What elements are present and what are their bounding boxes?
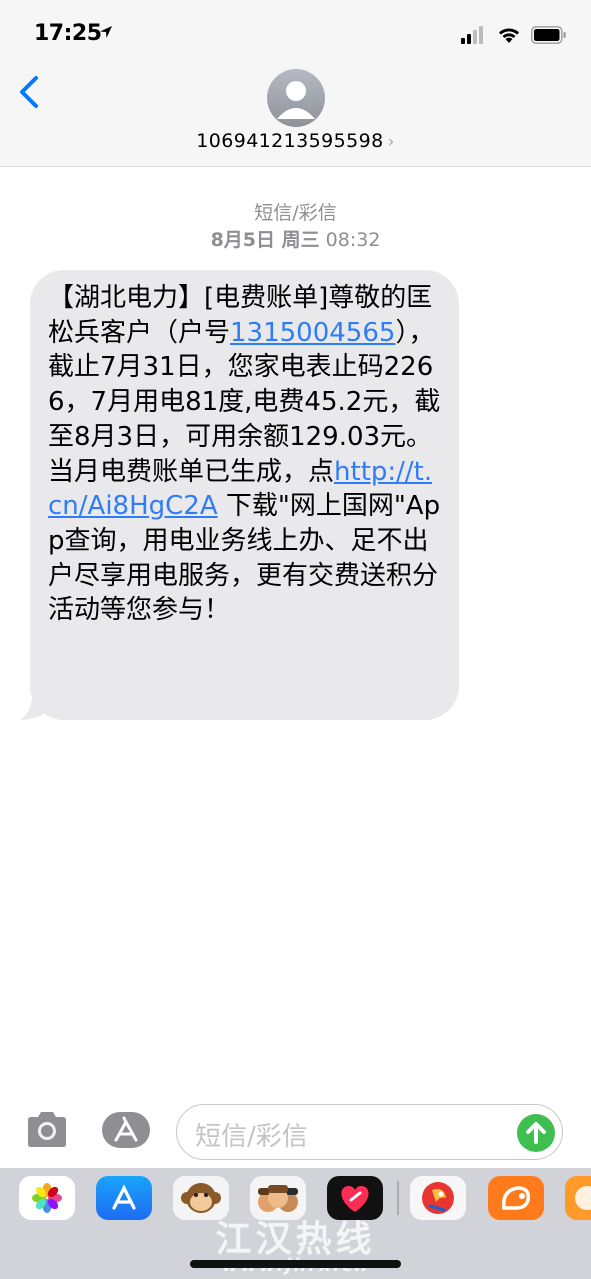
send-button[interactable]	[517, 1114, 555, 1152]
message-service-label: 短信/彩信	[254, 202, 337, 224]
message-input-placeholder: 短信/彩信	[195, 1122, 308, 1152]
camera-icon[interactable]	[24, 1110, 70, 1150]
contact-name-button[interactable]: 106941213595598 ›	[0, 130, 591, 152]
status-time: 17:25	[34, 21, 102, 46]
battery-icon	[531, 26, 566, 44]
account-number-link[interactable]: 1315004565	[230, 318, 395, 348]
message-date: 8月5日 周三	[210, 229, 320, 251]
home-indicator[interactable]	[190, 1260, 401, 1268]
contact-avatar[interactable]	[267, 69, 325, 127]
incoming-message-bubble[interactable]: 【湖北电力】[电费账单]尊敬的匡松兵客户（户号1315004565），截止7月3…	[30, 270, 459, 720]
status-icons	[461, 24, 567, 46]
chevron-right-icon: ›	[387, 132, 395, 152]
message-timestamp: 8月5日 周三 08:32	[0, 225, 591, 252]
back-chevron-icon[interactable]	[14, 72, 44, 112]
conversation-header: 17:25 106941213595598 ›	[0, 0, 591, 167]
message-time: 08:32	[325, 229, 381, 251]
app-store-icon[interactable]	[100, 1110, 152, 1150]
message-input[interactable]: 短信/彩信	[176, 1104, 563, 1160]
contact-number: 106941213595598	[196, 130, 384, 152]
location-arrow-icon	[100, 26, 112, 38]
wifi-icon	[499, 28, 519, 43]
person-silhouette-icon	[277, 81, 315, 119]
arrow-up-icon	[526, 1122, 546, 1144]
cellular-signal-icon	[461, 26, 483, 44]
